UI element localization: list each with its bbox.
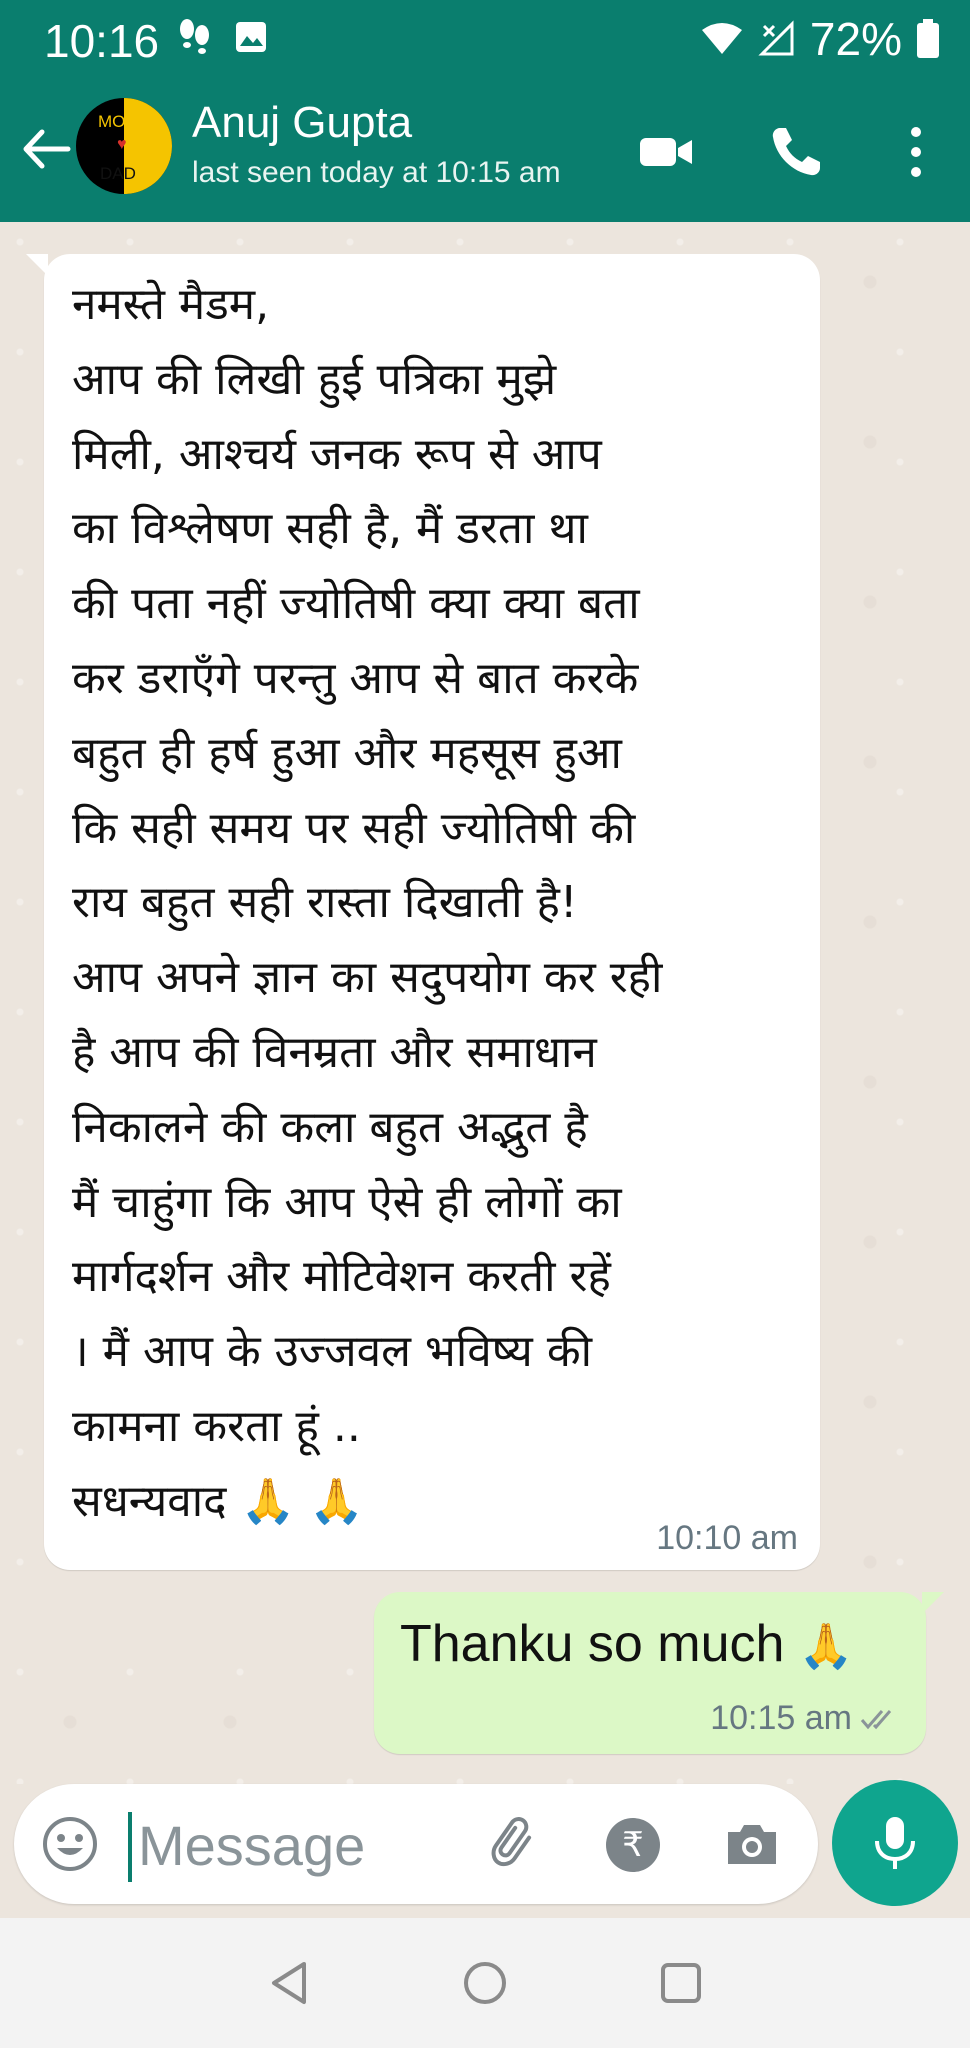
battery-icon: [917, 19, 939, 58]
folded-hands-emoji: 🙏 🙏: [240, 1475, 365, 1527]
incoming-message-body: नमस्ते मैडम, आप की लिखी हुई पत्रिका मुझे…: [72, 279, 663, 1527]
back-arrow-icon[interactable]: [18, 122, 72, 176]
status-notification-icons: [178, 18, 268, 56]
message-composer: ₹: [14, 1784, 818, 1904]
battery-percent: 72%: [809, 13, 902, 65]
outgoing-message-time: 10:15 am: [710, 1699, 852, 1737]
chat-header: MOM ♥ DAD Anuj Gupta last seen today at …: [0, 80, 970, 222]
nav-home-icon[interactable]: [460, 1958, 510, 2008]
nav-recents-icon[interactable]: [656, 1958, 706, 2008]
status-bar: 10:16 72%: [0, 0, 970, 80]
signal-icon: [758, 20, 794, 56]
chat-area[interactable]: नमस्ते मैडम, आप की लिखी हुई पत्रिका मुझे…: [0, 222, 970, 1784]
outgoing-message-meta: 10:15 am: [710, 1699, 898, 1738]
folded-hands-emoji: 🙏: [798, 1622, 854, 1671]
avatar-text-top: MOM: [98, 112, 140, 131]
gallery-icon: [236, 22, 266, 52]
camera-icon[interactable]: [722, 1814, 782, 1874]
incoming-message-bubble[interactable]: नमस्ते मैडम, आप की लिखी हुई पत्रिका मुझे…: [26, 254, 820, 1570]
status-system-icons: 72%: [700, 12, 940, 66]
attach-icon[interactable]: [486, 1814, 546, 1874]
video-call-icon[interactable]: [636, 122, 696, 182]
mic-icon: [875, 1817, 915, 1869]
heart-icon: ♥: [117, 136, 127, 153]
steps-icon: [180, 19, 209, 54]
incoming-message-text: नमस्ते मैडम, आप की लिखी हुई पत्रिका मुझे…: [72, 268, 796, 1540]
rupee-icon[interactable]: ₹: [606, 1818, 660, 1872]
avatar-text-bottom: DAD: [100, 164, 136, 183]
voice-call-icon[interactable]: [766, 122, 826, 182]
text-cursor: [128, 1812, 132, 1882]
avatar[interactable]: MOM ♥ DAD: [76, 98, 172, 194]
wifi-icon: [701, 23, 742, 54]
mic-button[interactable]: [832, 1780, 958, 1906]
message-input[interactable]: [136, 1806, 470, 1884]
contact-name[interactable]: Anuj Gupta: [192, 98, 412, 148]
emoji-icon[interactable]: [40, 1814, 100, 1874]
status-time: 10:16: [44, 15, 160, 67]
double-tick-icon: [860, 1709, 892, 1729]
nav-back-icon[interactable]: [266, 1958, 316, 2008]
system-nav-bar: [0, 1918, 970, 2048]
more-options-icon[interactable]: [886, 122, 946, 182]
last-seen-status: last seen today at 10:15 am: [192, 156, 561, 189]
outgoing-message-bubble[interactable]: Thanku so much 🙏 10:15 am: [374, 1592, 944, 1754]
outgoing-message-text: Thanku so much 🙏: [400, 1614, 900, 1674]
outgoing-message-body: Thanku so much: [400, 1615, 799, 1673]
incoming-message-time: 10:10 am: [656, 1519, 798, 1557]
